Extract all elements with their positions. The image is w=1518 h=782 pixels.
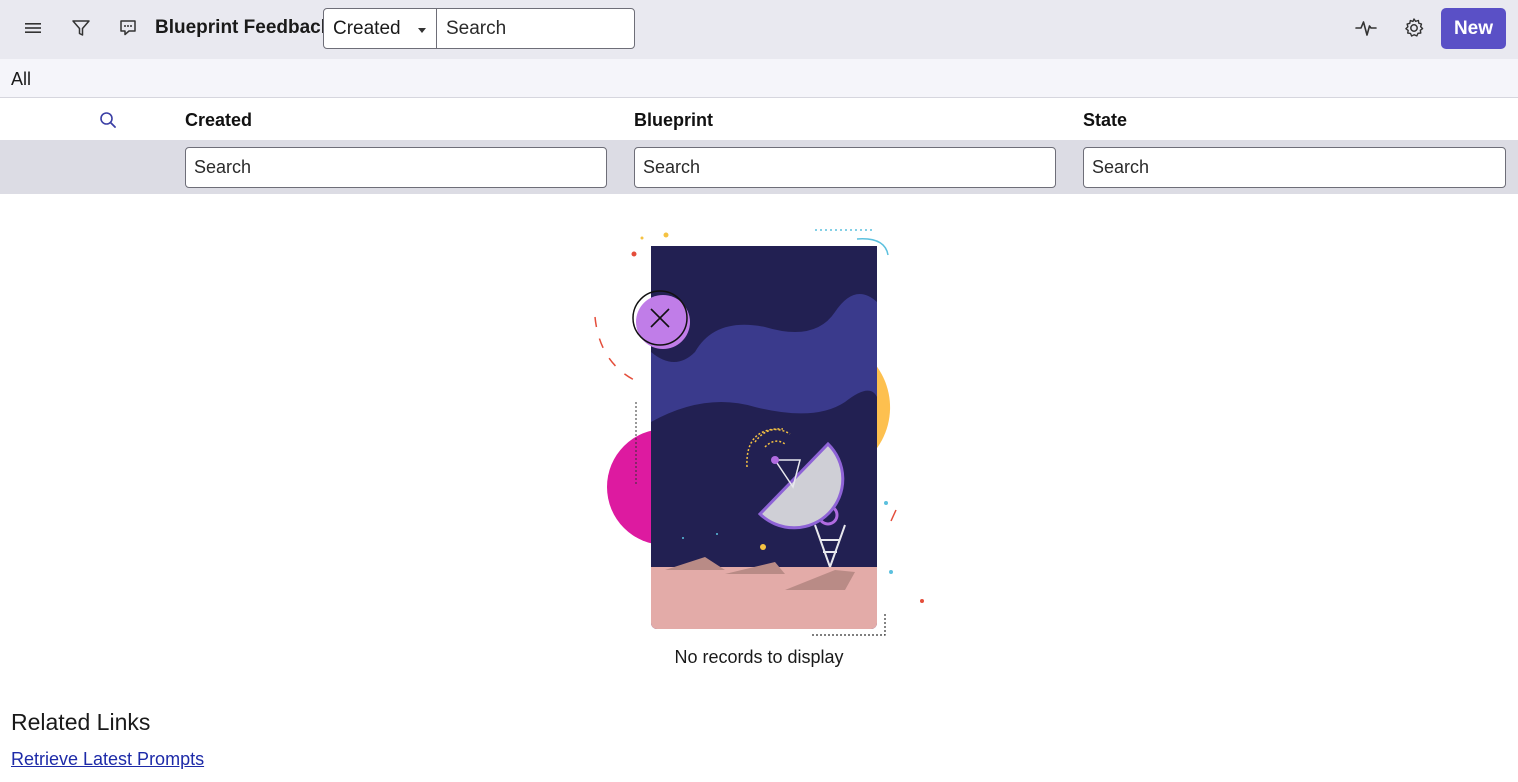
table-header-row: Created Blueprint State xyxy=(0,99,1518,140)
field-select-value: Created xyxy=(333,17,401,39)
related-links-title: Related Links xyxy=(11,709,151,735)
breadcrumb-bar: All xyxy=(0,59,1518,98)
caret-down-icon xyxy=(418,28,426,33)
empty-state-illustration xyxy=(585,222,930,642)
blueprint-search-input[interactable] xyxy=(634,147,1056,188)
breadcrumb-all[interactable]: All xyxy=(11,69,31,90)
created-search-input[interactable] xyxy=(185,147,607,188)
activity-icon[interactable] xyxy=(1348,10,1384,46)
new-button[interactable]: New xyxy=(1441,8,1506,49)
state-search-input[interactable] xyxy=(1083,147,1506,188)
column-header-created[interactable]: Created xyxy=(185,110,252,131)
top-bar: Blueprint Feedback Created New xyxy=(0,0,1518,59)
table-filter-row xyxy=(0,140,1518,194)
retrieve-latest-prompts-link[interactable]: Retrieve Latest Prompts xyxy=(11,749,204,770)
empty-state-message: No records to display xyxy=(674,647,844,667)
search-icon[interactable] xyxy=(98,110,118,130)
menu-icon[interactable] xyxy=(15,10,51,46)
gear-icon[interactable] xyxy=(1396,10,1432,46)
page-title: Blueprint Feedback xyxy=(155,17,332,38)
field-select[interactable]: Created xyxy=(323,8,437,49)
search-input[interactable] xyxy=(436,8,635,49)
column-header-state[interactable]: State xyxy=(1083,110,1127,131)
filter-icon[interactable] xyxy=(63,10,99,46)
column-header-blueprint[interactable]: Blueprint xyxy=(634,110,713,131)
chat-icon[interactable] xyxy=(110,10,146,46)
